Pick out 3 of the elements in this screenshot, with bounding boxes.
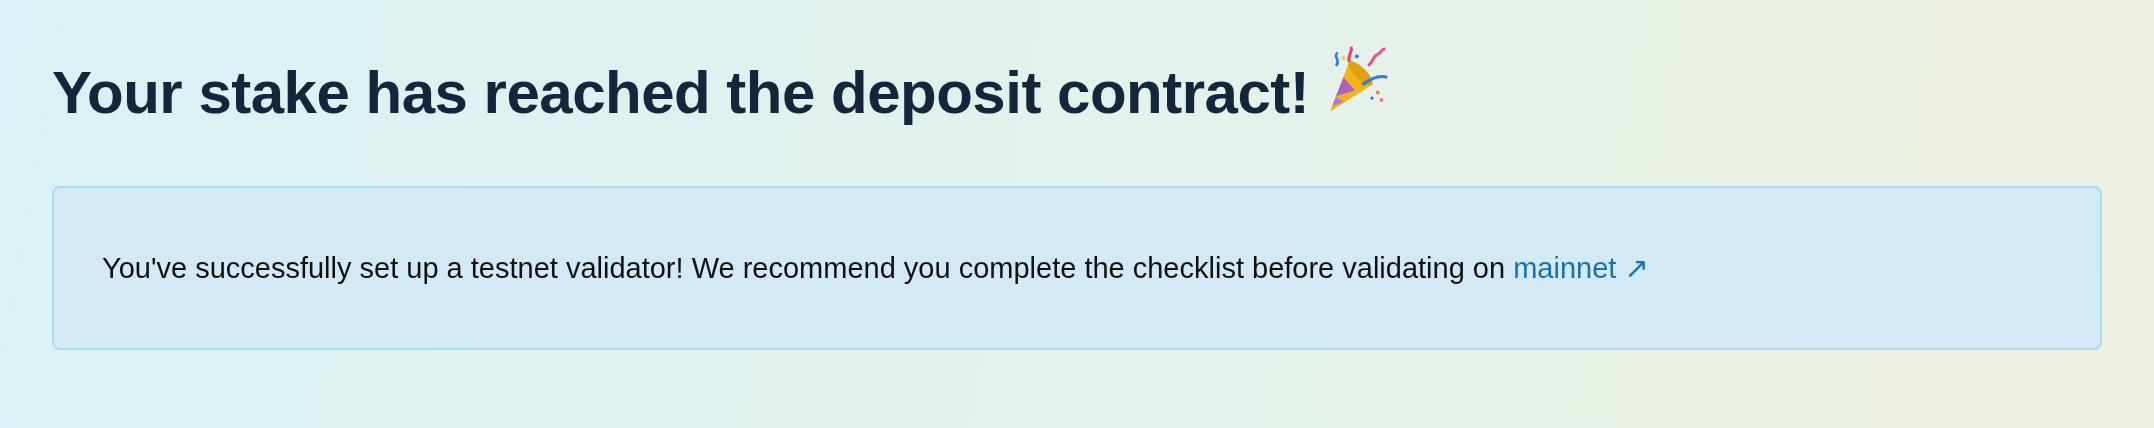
mainnet-link[interactable]: mainnet ↗ — [1513, 252, 1649, 284]
page-heading: Your stake has reached the deposit contract! — [52, 57, 1310, 127]
notice-text: You've successfully set up a testnet validator! We recommend you complete the checklist before validating on mainnet ↗ — [102, 251, 1649, 285]
